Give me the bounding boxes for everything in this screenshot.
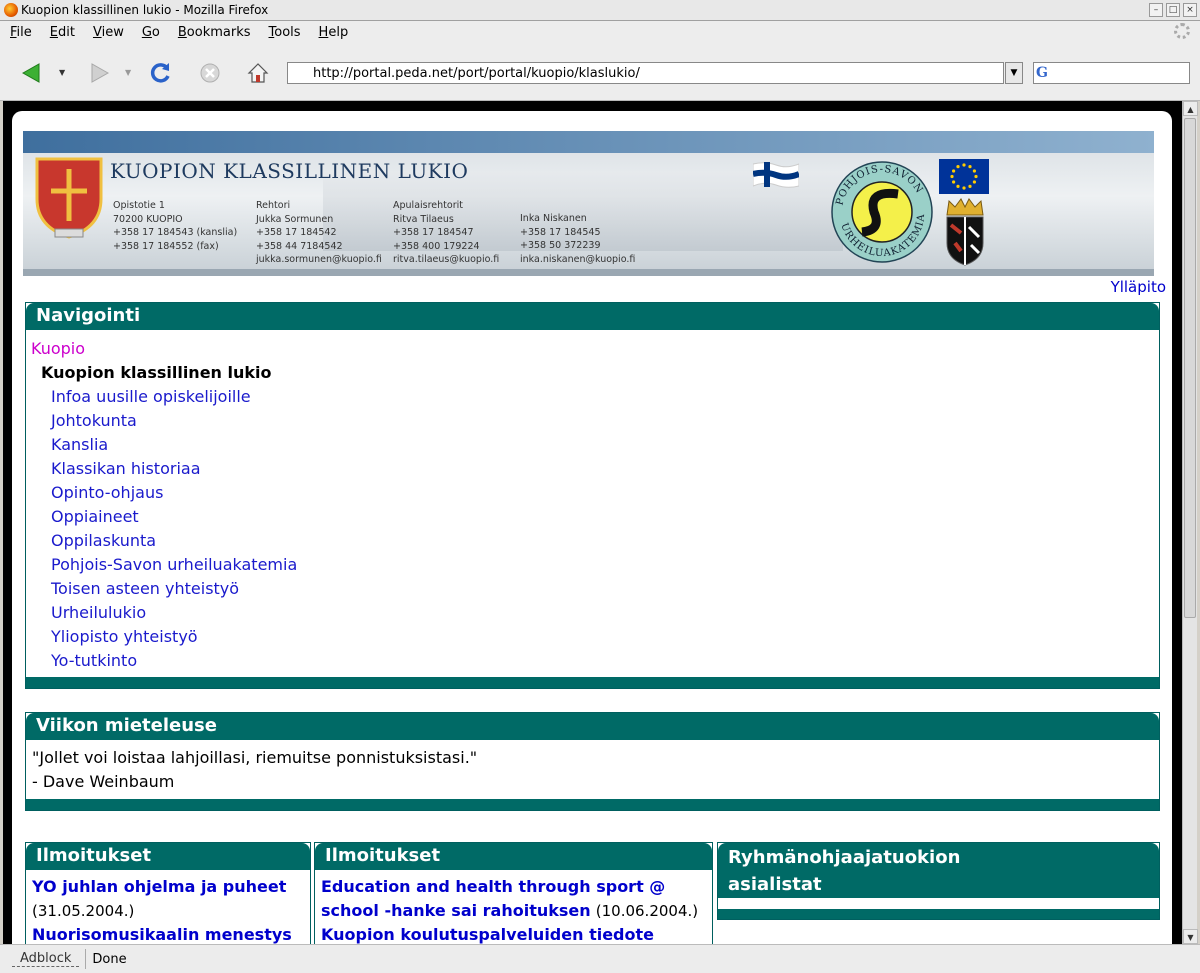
nav-current-item[interactable]: Kuopion klassillinen lukio: [41, 363, 272, 382]
web-page: KUOPION KLASSILLINEN LUKIO Opistotie 1 7…: [12, 111, 1172, 944]
page-viewport: KUOPION KLASSILLINEN LUKIO Opistotie 1 7…: [3, 101, 1182, 944]
announcements-title-2: Ilmoitukset: [315, 843, 712, 870]
nav-root-link[interactable]: Kuopio: [31, 339, 85, 358]
window-titlebar: Kuopion klassillinen lukio - Mozilla Fir…: [0, 0, 1200, 21]
announcement-link[interactable]: Kuopion koulutuspalveluiden tiedote: [321, 925, 654, 944]
scroll-up-icon[interactable]: ▲: [1183, 101, 1198, 116]
scroll-thumb[interactable]: [1184, 118, 1196, 618]
status-text: Done: [92, 951, 127, 967]
search-engine-icon[interactable]: G: [1036, 65, 1048, 81]
nav-item-kanslia[interactable]: Kanslia: [51, 435, 108, 454]
address-url: http://portal.peda.net/port/portal/kuopi…: [313, 66, 640, 81]
menu-go[interactable]: Go: [132, 25, 168, 40]
close-icon[interactable]: ×: [1183, 3, 1197, 17]
announcement-date: (10.06.2004.): [595, 902, 699, 920]
nav-item-oppiaineet[interactable]: Oppiaineet: [51, 507, 139, 526]
firefox-icon: [4, 3, 18, 17]
scroll-down-icon[interactable]: ▼: [1183, 929, 1198, 944]
eu-flag-icon: [939, 159, 989, 194]
forward-button[interactable]: [85, 59, 113, 87]
forward-dropdown-icon[interactable]: ▼: [125, 68, 131, 77]
nav-item-yliopisto[interactable]: Yliopisto yhteistyö: [51, 627, 198, 646]
menu-tools[interactable]: Tools: [259, 25, 309, 40]
nav-item-yo-tutkinto[interactable]: Yo-tutkinto: [51, 651, 137, 670]
announcements-panel-2: Ilmoitukset Education and health through…: [314, 842, 713, 944]
kuopio-coat-of-arms-icon: [946, 198, 984, 266]
address-bar[interactable]: http://portal.peda.net/port/portal/kuopi…: [287, 62, 1004, 84]
menu-help[interactable]: Help: [309, 25, 357, 40]
navigation-title: Navigointi: [26, 303, 1159, 330]
announcement-list-2: Education and health through sport @ sch…: [321, 875, 706, 944]
forward-arrow-icon: [91, 63, 110, 83]
announcements-title-1: Ilmoitukset: [26, 843, 310, 870]
minimize-icon[interactable]: –: [1149, 3, 1163, 17]
nav-item-oppilaskunta[interactable]: Oppilaskunta: [51, 531, 156, 550]
stop-icon: [200, 63, 220, 83]
announcements-panel-1: Ilmoitukset YO juhlan ohjelma ja puheet …: [25, 842, 311, 944]
school-address: Opistotie 1 70200 KUOPIO +358 17 184543 …: [113, 200, 238, 252]
announcement-date: (31.05.2004.): [32, 902, 135, 920]
menu-view[interactable]: View: [83, 25, 132, 40]
school-banner: KUOPION KLASSILLINEN LUKIO Opistotie 1 7…: [23, 131, 1154, 276]
home-button[interactable]: [244, 59, 272, 87]
quote-text: "Jollet voi loistaa lahjoillasi, riemuit…: [32, 748, 478, 767]
status-bar: Adblock Done: [0, 944, 1200, 973]
eu-stars-icon: [950, 163, 978, 190]
reload-button[interactable]: [147, 59, 175, 87]
search-input[interactable]: G: [1033, 62, 1190, 84]
stop-button[interactable]: [196, 59, 224, 87]
apulaisrehtori-contact-2: Inka Niskanen +358 17 184545 +358 50 372…: [520, 213, 636, 265]
school-name: KUOPION KLASSILLINEN LUKIO: [110, 159, 469, 183]
back-dropdown-icon[interactable]: ▼: [59, 68, 65, 77]
nav-item-johtokunta[interactable]: Johtokunta: [51, 411, 137, 430]
nav-item-urheiluakatemia[interactable]: Pohjois-Savon urheiluakatemia: [51, 555, 297, 574]
nav-item-opinto-ohjaus[interactable]: Opinto-ohjaus: [51, 483, 163, 502]
reload-icon: [150, 63, 170, 83]
maximize-icon[interactable]: □: [1166, 3, 1180, 17]
apulaisrehtori-contact-1: Apulaisrehtorit Ritva Tilaeus +358 17 18…: [393, 200, 500, 265]
window-title: Kuopion klassillinen lukio - Mozilla Fir…: [21, 3, 269, 17]
urheiluakatemia-logo: POHJOIS-SAVON URHEILUAKATEMIA: [831, 161, 933, 263]
address-dropdown-icon[interactable]: ▼: [1005, 62, 1023, 84]
quote-author: - Dave Weinbaum: [32, 772, 175, 791]
back-arrow-icon: [21, 63, 40, 83]
menu-edit[interactable]: Edit: [40, 25, 83, 40]
rehtori-contact: Rehtori Jukka Sormunen +358 17 184542 +3…: [256, 200, 382, 265]
agenda-panel: Ryhmänohjaajatuokion asialistat: [717, 842, 1160, 920]
announcement-link[interactable]: Nuorisomusikaalin menestys: [32, 925, 292, 944]
agenda-title: Ryhmänohjaajatuokion asialistat: [728, 847, 961, 895]
vertical-scrollbar[interactable]: ▲ ▼: [1182, 101, 1198, 944]
quote-panel: Viikon mieteleuse "Jollet voi loistaa la…: [25, 712, 1160, 811]
throbber-icon: [1174, 23, 1190, 39]
home-icon: [247, 63, 269, 83]
menu-bar: File Edit View Go Bookmarks Tools Help: [0, 21, 1200, 43]
menu-file[interactable]: File: [0, 25, 40, 40]
nav-item-urheilulukio[interactable]: Urheilulukio: [51, 603, 146, 622]
nav-item-toisen-asteen[interactable]: Toisen asteen yhteistyö: [51, 579, 239, 598]
announcement-list-1: YO juhlan ohjelma ja puheet (31.05.2004.…: [32, 875, 307, 944]
nav-item-historiaa[interactable]: Klassikan historiaa: [51, 459, 201, 478]
announcement-link[interactable]: YO juhlan ohjelma ja puheet: [32, 877, 286, 896]
finland-flag-icon: [753, 162, 799, 188]
quote-title: Viikon mieteleuse: [26, 713, 1159, 740]
nav-item-infoa[interactable]: Infoa uusille opiskelijoille: [51, 387, 251, 406]
back-button[interactable]: [18, 59, 46, 87]
adblock-button[interactable]: Adblock: [12, 951, 80, 967]
menu-bookmarks[interactable]: Bookmarks: [168, 25, 259, 40]
school-crest-icon: [35, 157, 103, 239]
navigation-panel: Navigointi Kuopio Kuopion klassillinen l…: [25, 302, 1160, 689]
yllapito-link[interactable]: Ylläpito: [1111, 278, 1166, 296]
